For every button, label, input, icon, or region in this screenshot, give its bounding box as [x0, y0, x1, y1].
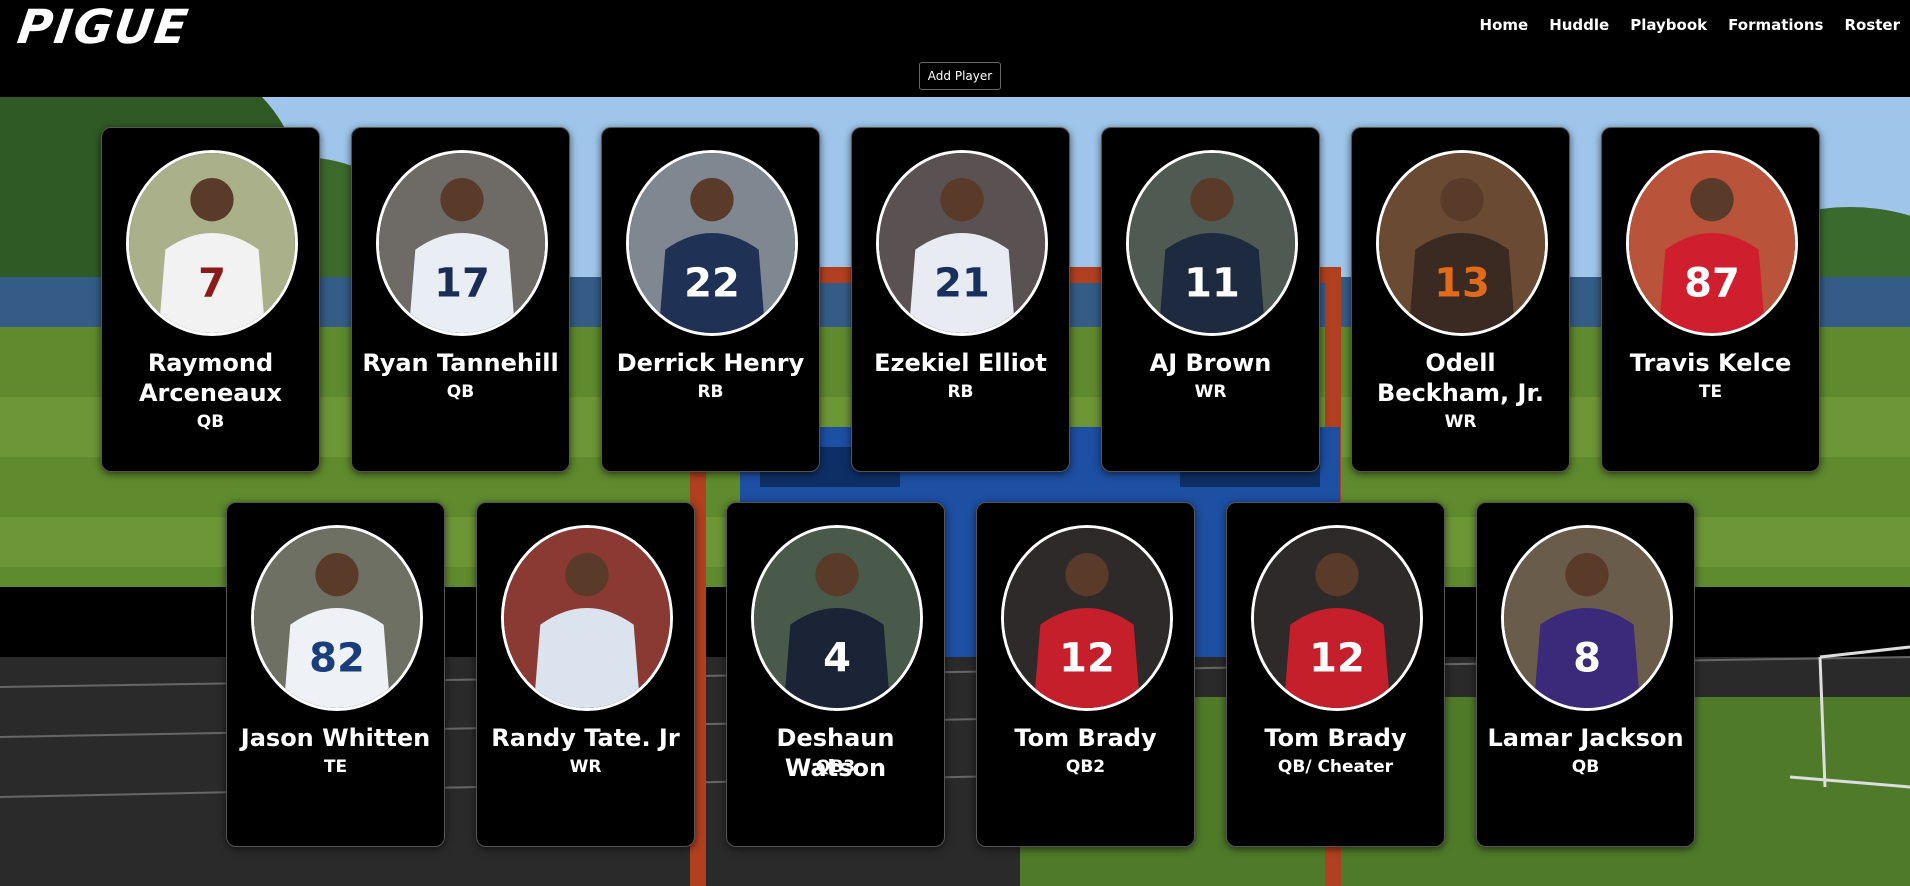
- player-position: QB: [446, 382, 475, 402]
- player-position: WR: [569, 757, 602, 777]
- nav-roster-link[interactable]: Roster: [1844, 16, 1900, 34]
- svg-text:8: 8: [1573, 635, 1601, 681]
- player-photo-icon: 21: [876, 150, 1048, 336]
- player-photo-icon: 11: [1126, 150, 1298, 336]
- svg-text:13: 13: [1434, 260, 1490, 306]
- player-name: AJ Brown: [1149, 349, 1272, 377]
- player-position: WR: [1194, 382, 1227, 402]
- player-position: TE: [1698, 382, 1723, 402]
- svg-text:17: 17: [434, 260, 490, 306]
- player-card[interactable]: 12 Tom Brady QB2: [976, 502, 1195, 847]
- player-card[interactable]: 87 Travis Kelce TE: [1601, 127, 1820, 472]
- player-card[interactable]: 11 AJ Brown WR: [1101, 127, 1320, 472]
- svg-text:87: 87: [1684, 260, 1740, 306]
- svg-text:11: 11: [1184, 260, 1240, 306]
- player-photo-icon: 12: [1001, 525, 1173, 711]
- svg-text:82: 82: [309, 635, 365, 681]
- player-name: Odell Beckham, Jr.: [1377, 349, 1544, 407]
- player-card[interactable]: 82 Jason Whitten TE: [226, 502, 445, 847]
- brand-logo[interactable]: PIGUE: [14, 0, 193, 55]
- player-card[interactable]: 7 Raymond Arceneaux QB: [101, 127, 320, 472]
- player-position: QB/ Cheater: [1277, 757, 1394, 777]
- player-photo-icon: 4: [751, 525, 923, 711]
- player-name: Lamar Jackson: [1487, 724, 1684, 752]
- player-name: Jason Whitten: [240, 724, 431, 752]
- player-photo-icon: 12: [1251, 525, 1423, 711]
- nav-playbook-link[interactable]: Playbook: [1630, 16, 1707, 34]
- player-card[interactable]: 13 Odell Beckham, Jr. WR: [1351, 127, 1570, 472]
- player-photo-icon: 82: [251, 525, 423, 711]
- player-name: Randy Tate. Jr: [491, 724, 680, 752]
- player-position: RB: [697, 382, 724, 402]
- nav-home-link[interactable]: Home: [1480, 16, 1529, 34]
- svg-text:12: 12: [1059, 635, 1115, 681]
- player-position: QB3: [815, 757, 856, 777]
- player-card[interactable]: 22 Derrick Henry RB: [601, 127, 820, 472]
- player-position: QB: [196, 412, 225, 432]
- player-position: RB: [947, 382, 974, 402]
- player-card[interactable]: 12 Tom Brady QB/ Cheater: [1226, 502, 1445, 847]
- svg-text:12: 12: [1309, 635, 1365, 681]
- player-photo-icon: 13: [1376, 150, 1548, 336]
- player-photo-icon: 17: [376, 150, 548, 336]
- svg-text:4: 4: [823, 635, 851, 681]
- player-card[interactable]: 8 Lamar Jackson QB: [1476, 502, 1695, 847]
- svg-text:7: 7: [198, 260, 226, 306]
- player-position: TE: [323, 757, 348, 777]
- player-photo-icon: 87: [1626, 150, 1798, 336]
- player-photo-icon: 8: [1501, 525, 1673, 711]
- player-position: QB: [1571, 757, 1600, 777]
- player-name: Tom Brady: [1264, 724, 1407, 752]
- player-photo-icon: [501, 525, 673, 711]
- player-photo-icon: 7: [126, 150, 298, 336]
- player-position: WR: [1444, 412, 1477, 432]
- player-photo-icon: 22: [626, 150, 798, 336]
- player-name: Ryan Tannehill: [362, 349, 559, 377]
- player-name: Raymond Arceneaux: [138, 349, 283, 407]
- svg-text:22: 22: [684, 260, 740, 306]
- roster-stage: 7 Raymond Arceneaux QB 17 Ryan Tannehill…: [0, 97, 1910, 886]
- main-nav: Home Huddle Playbook Formations Roster: [1480, 16, 1910, 34]
- player-card[interactable]: 4 Deshaun Watson QB3: [726, 502, 945, 847]
- nav-formations-link[interactable]: Formations: [1728, 16, 1823, 34]
- player-name: Travis Kelce: [1629, 349, 1792, 377]
- player-name: Derrick Henry: [616, 349, 805, 377]
- player-card[interactable]: Randy Tate. Jr WR: [476, 502, 695, 847]
- nav-huddle-link[interactable]: Huddle: [1549, 16, 1609, 34]
- player-name: Ezekiel Elliot: [874, 349, 1047, 377]
- player-card[interactable]: 21 Ezekiel Elliot RB: [851, 127, 1070, 472]
- player-position: QB2: [1065, 757, 1106, 777]
- player-name: Tom Brady: [1014, 724, 1157, 752]
- svg-text:21: 21: [934, 260, 990, 306]
- add-player-button[interactable]: Add Player: [919, 62, 1001, 90]
- top-navbar: PIGUE Home Huddle Playbook Formations Ro…: [0, 0, 1910, 97]
- player-card[interactable]: 17 Ryan Tannehill QB: [351, 127, 570, 472]
